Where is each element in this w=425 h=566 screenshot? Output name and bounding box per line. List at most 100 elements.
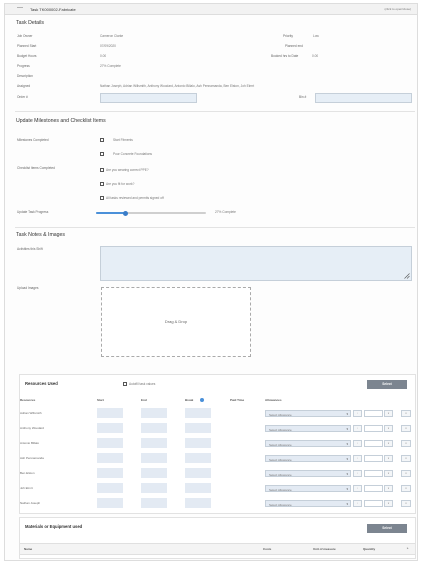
allowance-unit-dropdown[interactable]: ▾ [401,500,411,507]
allowance-qty-dropdown[interactable]: ▾ [384,410,393,417]
resource-name: Adrian Willsmith [20,411,42,415]
allowance-unit-dropdown[interactable]: ▾ [401,425,411,432]
allowance-qty-stepper[interactable]: ▫ [353,455,362,462]
allowance-select[interactable]: Select Allowance ▾ [265,410,351,417]
planned-start-value: 07/09/2020 [100,44,116,48]
start-time-field[interactable] [97,468,123,478]
allowance-select-value: Select Allowance [269,472,292,477]
end-time-field[interactable] [141,453,167,463]
allowance-unit-dropdown[interactable]: ▾ [401,440,411,447]
break-field[interactable] [185,408,211,418]
allowance-qty-stepper[interactable]: ▫ [353,410,362,417]
checklist-checkbox-1[interactable] [100,168,104,172]
priority-label: Priority [283,34,293,38]
start-time-field[interactable] [97,408,123,418]
milestone-checkbox-1[interactable] [100,138,104,142]
allowance-unit-dropdown[interactable]: ▾ [401,410,411,417]
end-time-field[interactable] [141,423,167,433]
allowance-select[interactable]: Select Allowance ▾ [265,425,351,432]
budget-hours-value: 0.00 [100,54,107,58]
chevron-down-icon: ▾ [346,441,348,446]
resource-name: Antonio Billalo [20,441,40,445]
end-time-field[interactable] [141,468,167,478]
end-time-field[interactable] [141,438,167,448]
dropzone-text: Drag & Drop [164,319,188,324]
milestone-checkbox-2[interactable] [100,152,104,156]
break-field[interactable] [185,483,211,493]
allowance-qty-stepper[interactable]: ▫ [353,470,362,477]
collapse-icon[interactable]: — [17,5,23,11]
start-time-field[interactable] [97,498,123,508]
autofill-checkbox[interactable] [123,382,127,386]
materials-select-button[interactable]: Select [367,524,407,533]
column-header-break: Break [185,398,194,402]
allowance-select-value: Select Allowance [269,457,292,462]
bin-field[interactable] [315,93,412,103]
allowance-unit-dropdown[interactable]: ▾ [401,470,411,477]
start-time-field[interactable] [97,453,123,463]
allowance-qty-stepper[interactable]: ▫ [353,500,362,507]
resize-handle-icon[interactable] [404,273,410,279]
allowance-qty-dropdown[interactable]: ▾ [384,470,393,477]
end-time-field[interactable] [141,408,167,418]
start-time-field[interactable] [97,438,123,448]
start-time-field[interactable] [97,423,123,433]
allowance-select[interactable]: Select Allowance ▾ [265,440,351,447]
allowance-qty-input[interactable] [364,485,383,492]
allowance-select[interactable]: Select Allowance ▾ [265,500,351,507]
allowance-qty-stepper[interactable]: ▫ [353,485,362,492]
info-icon[interactable] [200,398,204,402]
break-field[interactable] [185,453,211,463]
break-field[interactable] [185,468,211,478]
allowance-qty-input[interactable] [364,425,383,432]
image-dropzone[interactable]: Drag & Drop [101,287,251,357]
resource-row: Antonio Billalo Select Allowance ▾ ▫ ▾ ▾ [20,438,415,450]
allowance-qty-stepper[interactable]: ▫ [353,440,362,447]
sort-icon[interactable]: ▸ [407,546,409,550]
order-field[interactable] [100,93,197,103]
resource-name: Joh Elmrt [20,486,33,490]
start-time-field[interactable] [97,483,123,493]
job-owner-value: Cameron Clarke [100,34,124,38]
allowance-qty-input[interactable] [364,500,383,507]
allowance-qty-dropdown[interactable]: ▾ [384,440,393,447]
allowance-qty-dropdown[interactable]: ▾ [384,425,393,432]
resource-row: Ben Elston Select Allowance ▾ ▫ ▾ ▾ [20,468,415,480]
upload-label: Upload Images [17,286,39,290]
allowance-qty-input[interactable] [364,440,383,447]
break-field[interactable] [185,498,211,508]
allowance-qty-dropdown[interactable]: ▾ [384,500,393,507]
end-time-field[interactable] [141,483,167,493]
allowance-qty-dropdown[interactable]: ▾ [384,485,393,492]
allowance-qty-dropdown[interactable]: ▾ [384,455,393,462]
allowance-qty-input[interactable] [364,410,383,417]
resources-select-button[interactable]: Select [367,380,407,389]
booked-hours-value: 0.00 [312,54,319,58]
allowance-qty-stepper[interactable]: ▫ [353,425,362,432]
checklist-item-2: Are you fit for work? [106,182,135,186]
column-header-quantity: Quantity [363,547,376,551]
progress-slider-handle[interactable] [123,210,129,216]
allowance-unit-dropdown[interactable]: ▾ [401,485,411,492]
assigned-value: Nathan Joseph, Adrian Willsmith, Anthony… [100,84,255,88]
planned-start-label: Planned Start [17,44,37,48]
priority-value: Low [313,34,319,38]
allowance-qty-input[interactable] [364,470,383,477]
allowance-select[interactable]: Select Allowance ▾ [265,470,351,477]
milestones-completed-label: Milestones Completed [17,138,49,142]
end-time-field[interactable] [141,498,167,508]
checklist-checkbox-2[interactable] [100,182,104,186]
allowance-select[interactable]: Select Allowance ▾ [265,455,351,462]
task-details-heading: Task Details [16,20,44,26]
materials-heading: Materials or Equipment used [25,524,83,529]
checklist-checkbox-3[interactable] [100,196,104,200]
resource-name: Anthony Woodard [20,426,44,430]
allowance-select[interactable]: Select Allowance ▾ [265,485,351,492]
break-field[interactable] [185,438,211,448]
panel-titlebar[interactable]: — Task TK000002-Fabricate (click to open… [5,4,417,15]
panel-hint: (click to open/close) [384,7,411,11]
activities-textarea[interactable] [100,246,412,281]
allowance-unit-dropdown[interactable]: ▾ [401,455,411,462]
break-field[interactable] [185,423,211,433]
allowance-qty-input[interactable] [364,455,383,462]
